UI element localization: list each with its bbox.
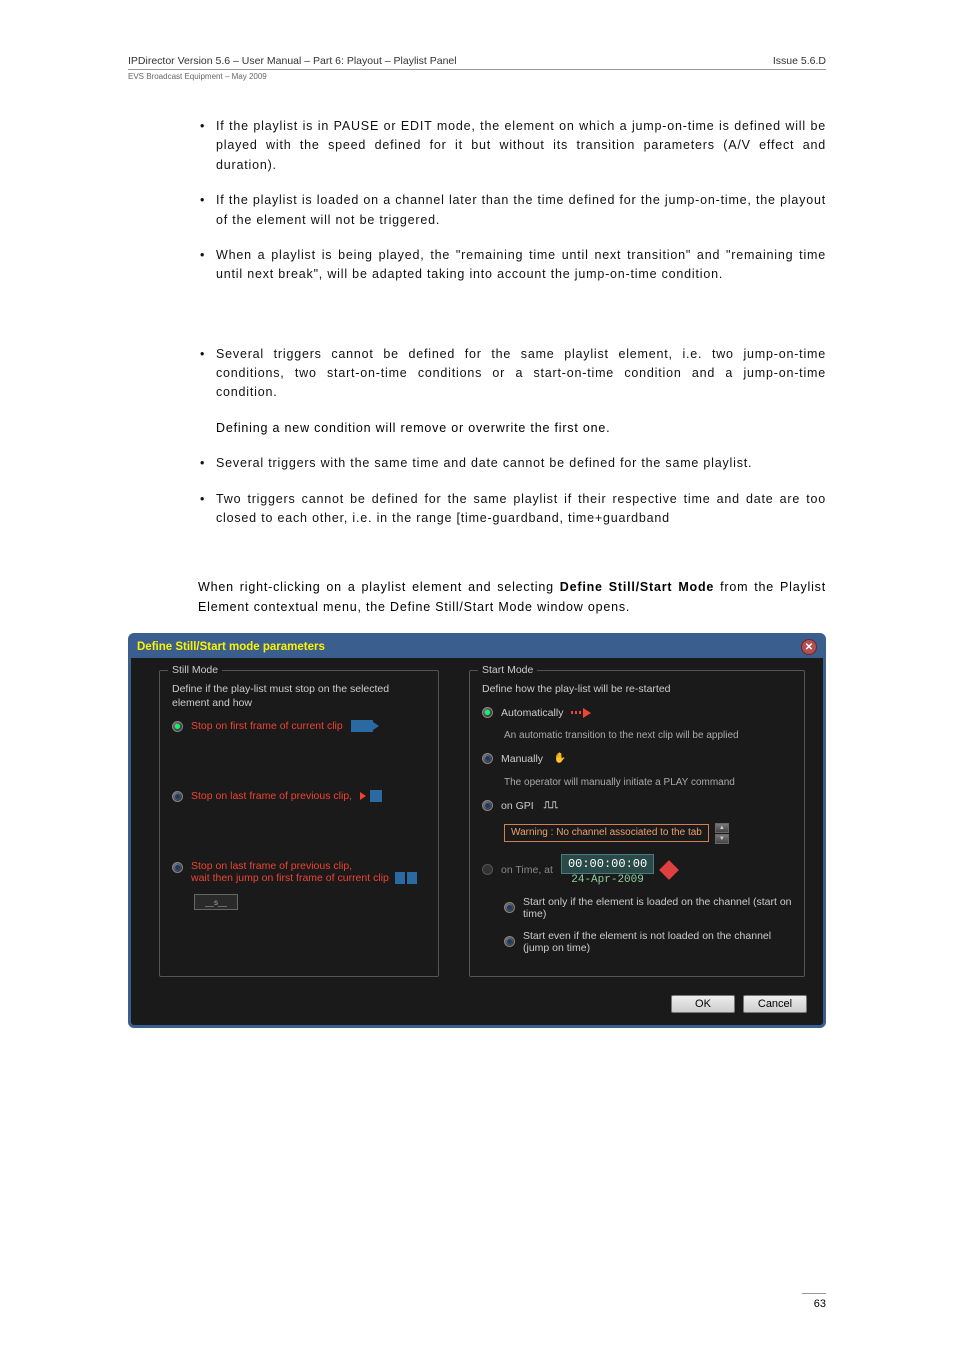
page-number: 63	[802, 1293, 826, 1310]
bullets-limitations-2: Several triggers with the same time and …	[198, 454, 826, 528]
gpi-warning-row: Warning : No channel associated to the t…	[504, 823, 794, 844]
start-gpi-label: on GPI	[501, 800, 534, 812]
hand-icon: ✋	[551, 752, 569, 766]
close-icon[interactable]: ✕	[801, 639, 817, 655]
still-desc: Define if the play-list must stop on the…	[172, 683, 428, 710]
fieldset-start-mode: Start Mode Define how the play-list will…	[469, 670, 805, 977]
intro-pre: When right-clicking on a playlist elemen…	[198, 580, 560, 594]
radio-icon	[172, 862, 183, 873]
still-opt3-label-a: Stop on last frame of previous clip,	[191, 860, 417, 872]
start-auto-desc: An automatic transition to the next clip…	[504, 729, 794, 742]
start-option-ontime[interactable]: on Time, at 00:00:00:00 24-Apr-2009	[482, 854, 794, 886]
auto-arrow-icon	[571, 708, 595, 718]
intro-bold: Define Still/Start Mode	[560, 580, 714, 594]
stop-last-frame-prev-icon	[360, 790, 382, 802]
intro-paragraph: When right-clicking on a playlist elemen…	[198, 578, 826, 617]
start-auto-label: Automatically	[501, 707, 563, 719]
header-left: IPDirector Version 5.6 – User Manual – P…	[128, 55, 457, 67]
start-desc: Define how the play-list will be re-star…	[482, 683, 794, 697]
dialog-titlebar: Define Still/Start mode parameters ✕	[131, 636, 823, 658]
still-option-wait-jump[interactable]: Stop on last frame of previous clip, wai…	[172, 860, 428, 884]
still-opt2-label: Stop on last frame of previous clip,	[191, 790, 352, 802]
chevron-down-icon[interactable]: ▼	[715, 834, 729, 844]
page-header: IPDirector Version 5.6 – User Manual – P…	[128, 55, 826, 70]
radio-icon	[482, 753, 493, 764]
bullets-limitations: Several triggers cannot be defined for t…	[198, 345, 826, 403]
ontime-sub-start-only[interactable]: Start only if the element is loaded on t…	[504, 896, 794, 920]
start-option-auto[interactable]: Automatically	[482, 707, 794, 719]
header-issue: Issue 5.6.D	[773, 55, 826, 67]
cancel-button[interactable]: Cancel	[743, 995, 807, 1013]
radio-icon	[172, 721, 183, 732]
chevron-up-icon[interactable]: ▲	[715, 823, 729, 833]
gpi-warning-text: Warning : No channel associated to the t…	[504, 824, 709, 842]
legend-still: Still Mode	[168, 664, 222, 676]
bullet-item: If the playlist is loaded on a channel l…	[216, 191, 826, 230]
dialog-footer: OK Cancel	[131, 987, 823, 1025]
bullet-item: If the playlist is in PAUSE or EDIT mode…	[216, 117, 826, 175]
fieldset-still-mode: Still Mode Define if the play-list must …	[159, 670, 439, 977]
bullet-item: Several triggers cannot be defined for t…	[216, 345, 826, 403]
seconds-field-icon: __s__	[194, 894, 238, 910]
start-option-manual[interactable]: Manually ✋	[482, 752, 794, 766]
ok-button[interactable]: OK	[671, 995, 735, 1013]
still-option-last-prev[interactable]: Stop on last frame of previous clip,	[172, 790, 428, 802]
still-opt3-label-b: wait then jump on first frame of current…	[191, 872, 389, 884]
radio-icon	[482, 864, 493, 875]
bullets-notes: If the playlist is in PAUSE or EDIT mode…	[198, 117, 826, 285]
wait-jump-icon	[395, 872, 417, 884]
diamond-icon[interactable]	[659, 860, 679, 880]
ontime-sub1-label: Start only if the element is loaded on t…	[523, 896, 794, 920]
start-manual-label: Manually	[501, 753, 543, 765]
ontime-timecode[interactable]: 00:00:00:00	[561, 854, 654, 874]
radio-icon	[172, 791, 183, 802]
bullet-item: Several triggers with the same time and …	[216, 454, 826, 473]
start-option-gpi[interactable]: on GPI ⎍⎍	[482, 799, 794, 813]
ontime-label: on Time, at	[501, 864, 553, 876]
ontime-date: 24-Apr-2009	[571, 874, 644, 886]
legend-start: Start Mode	[478, 664, 537, 676]
still-option-first-frame[interactable]: Stop on first frame of current clip	[172, 720, 428, 732]
radio-icon	[482, 707, 493, 718]
stop-first-frame-icon	[351, 720, 373, 732]
gpi-pulse-icon: ⎍⎍	[542, 799, 560, 813]
header-sub: EVS Broadcast Equipment – May 2009	[128, 72, 826, 81]
bullet-item: When a playlist is being played, the "re…	[216, 246, 826, 285]
still-opt1-label: Stop on first frame of current clip	[191, 720, 343, 732]
start-manual-desc: The operator will manually initiate a PL…	[504, 776, 794, 789]
dialog-title-text: Define Still/Start mode parameters	[137, 641, 325, 653]
ontime-sub2-label: Start even if the element is not loaded …	[523, 930, 794, 954]
ontime-sub-start-even[interactable]: Start even if the element is not loaded …	[504, 930, 794, 954]
dialog-define-still-start: Define Still/Start mode parameters ✕ Sti…	[128, 633, 826, 1028]
dialog-body: Still Mode Define if the play-list must …	[131, 658, 823, 987]
bullet-item: Two triggers cannot be defined for the s…	[216, 490, 826, 529]
radio-icon	[504, 902, 515, 913]
radio-icon	[482, 800, 493, 811]
bullet-subtext: Defining a new condition will remove or …	[216, 419, 826, 438]
gpi-spinner[interactable]: ▲ ▼	[715, 823, 729, 844]
radio-icon	[504, 936, 515, 947]
